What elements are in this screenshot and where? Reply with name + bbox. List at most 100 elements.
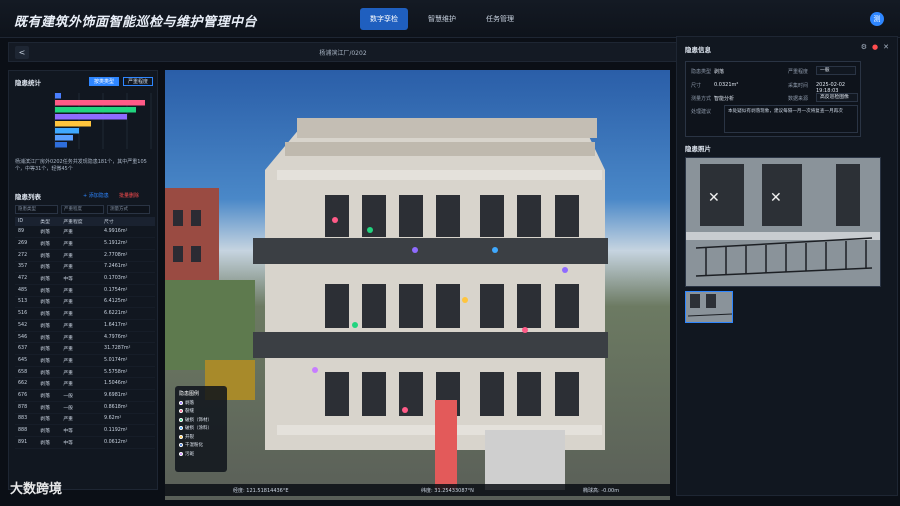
chart-bar[interactable] [55, 107, 136, 113]
table-cell: 89 [15, 226, 38, 239]
filter-row: 隐患类型 严重程度 测量方式 [15, 205, 150, 214]
value-type: 剥落 [714, 69, 725, 75]
toggle-by-severity[interactable]: 严重程度 [123, 77, 154, 86]
longitude-readout: 经度: 121.51814436°E [233, 488, 289, 494]
legend-item: 开裂 [179, 434, 223, 440]
legend-label: 开裂 [185, 434, 194, 440]
table-row[interactable]: 676 剥落 一般 9.6981m² [15, 389, 155, 402]
filter-severity-select[interactable]: 严重程度 [61, 205, 104, 214]
table-cell: 878 [15, 401, 38, 414]
value-size: 0.0321m² [714, 82, 739, 88]
legend-label: 破损（饰材） [185, 417, 212, 423]
coordinate-status-bar: 经度: 121.51814436°E 纬度: 31.25433087°N 椭球高… [165, 484, 670, 496]
delete-icon[interactable]: ● [872, 43, 878, 51]
table-row[interactable]: 542 剥落 严重 1.6417m² [15, 319, 155, 332]
chart-bar[interactable] [55, 100, 145, 106]
table-row[interactable]: 888 剥落 中等 0.1192m² [15, 424, 155, 437]
table-row[interactable]: 89 剥落 严重 4.9916m² [15, 226, 155, 239]
table-cell: 637 [15, 342, 38, 356]
table-cell: 严重 [60, 261, 102, 274]
legend-item: 剥落 [179, 400, 223, 406]
table-row[interactable]: 485 剥落 严重 0.1754m² [15, 284, 155, 297]
legend-swatch [179, 426, 183, 430]
legend-swatch [179, 400, 183, 405]
settings-icon[interactable]: ⚙ [861, 43, 867, 51]
table-row[interactable]: 658 剥落 严重 5.5758m² [15, 366, 155, 379]
chart-bar[interactable] [55, 114, 127, 120]
label-severity: 严重程度 [788, 69, 809, 75]
table-cell: 883 [15, 413, 38, 426]
table-cell: 剥落 [37, 331, 61, 344]
batch-delete-button[interactable]: 批量删除 [119, 192, 139, 199]
table-cell: 剥落 [37, 389, 61, 402]
table-cell: 剥落 [37, 261, 61, 274]
table-row[interactable]: 513 剥落 严重 6.4125m² [15, 296, 155, 309]
avatar[interactable]: 测 [870, 12, 884, 26]
add-issue-button[interactable]: + 添加隐患 [83, 192, 109, 199]
table-cell: 严重 [60, 331, 102, 344]
table-row[interactable]: 637 剥落 严重 31.7287m² [15, 342, 155, 356]
table-cell: 严重 [60, 296, 102, 309]
table-cell: 645 [15, 354, 38, 367]
table-row[interactable]: 546 剥落 严重 4.7976m² [15, 331, 155, 344]
table-row[interactable]: 662 剥落 严重 1.5046m² [15, 377, 155, 391]
table-cell: 严重 [60, 342, 102, 356]
table-row[interactable]: 645 剥落 严重 5.0174m² [15, 354, 155, 367]
table-row[interactable]: 516 剥落 严重 6.6221m² [15, 307, 155, 320]
table-row[interactable]: 272 剥落 严重 2.7708m² [15, 249, 155, 262]
detail-actions: ⚙ ● ✕ [861, 43, 889, 51]
latitude-readout: 纬度: 31.25433087°N [421, 488, 474, 494]
severity-select[interactable]: 一般 [816, 66, 856, 75]
table-row[interactable]: 891 剥落 中等 0.0612m² [15, 436, 155, 449]
table-cell: 516 [15, 307, 38, 320]
filter-type-select[interactable]: 隐患类型 [15, 205, 58, 214]
3d-scene-viewport[interactable] [165, 70, 670, 500]
table-cell: 658 [15, 366, 38, 379]
chart-bar[interactable] [55, 121, 91, 127]
legend-swatch [179, 443, 183, 447]
close-icon[interactable]: ✕ [883, 43, 889, 51]
stats-title: 隐患统计 [15, 79, 41, 87]
table-cell: 严重 [60, 354, 102, 367]
legend-label: 剥落 [185, 400, 194, 406]
table-row[interactable]: 357 剥落 严重 7.2461m² [15, 261, 155, 274]
table-cell: 662 [15, 377, 38, 391]
chart-bar[interactable] [55, 142, 67, 148]
table-cell: 剥落 [37, 354, 61, 367]
toggle-by-type[interactable]: 按类类型 [89, 77, 120, 86]
table-row[interactable]: 883 剥落 严重 9.62m² [15, 413, 155, 426]
table-row[interactable]: 472 剥落 中等 0.1703m² [15, 272, 155, 285]
advice-textarea[interactable]: 本处疑似有剥落现象，建议每隔一月一次将复查一月再次 [724, 105, 858, 133]
legend-title: 隐患图例 [179, 391, 200, 397]
issue-photo[interactable]: ✕ ✕ [685, 157, 881, 287]
back-button[interactable]: < [15, 46, 29, 59]
chart-bar[interactable] [55, 93, 61, 99]
filter-method-select[interactable]: 测量方式 [107, 205, 150, 214]
table-row[interactable]: 269 剥落 严重 5.1912m² [15, 237, 155, 250]
table-cell: 中等 [60, 436, 102, 449]
tab-smart-maintenance[interactable]: 智慧维护 [418, 8, 466, 30]
table-row[interactable]: 878 剥落 一般 0.8618m² [15, 401, 155, 414]
table-cell: 485 [15, 284, 38, 297]
label-size: 尺寸 [691, 83, 702, 89]
tab-task-management[interactable]: 任务管理 [476, 8, 524, 30]
tab-digital-inspection[interactable]: 数字孪检 [360, 8, 408, 30]
table-cell: 剥落 [37, 401, 61, 414]
source-select[interactable]: 高反巡检图像 [816, 93, 858, 102]
table-cell: 357 [15, 261, 38, 274]
legend-item: 污斑 [179, 451, 223, 457]
photo-thumbnail[interactable] [685, 291, 733, 323]
main-nav: 数字孪检 智慧维护 任务管理 [360, 8, 524, 30]
table-cell: 891 [15, 436, 38, 449]
app-title: 既有建筑外饰面智能巡检与维护管理中台 [14, 15, 258, 30]
chart-bar[interactable] [55, 135, 73, 141]
list-title: 隐患列表 [15, 193, 41, 201]
value-method: 智能分析 [714, 96, 735, 102]
detail-form: 隐患类型 剥落 严重程度 一般 尺寸 0.0321m² 采集时间 2025-02… [685, 61, 861, 137]
table-cell: 严重 [60, 366, 102, 379]
table-cell: 剥落 [37, 413, 61, 426]
chart-bar[interactable] [55, 128, 79, 134]
col-id: ID [15, 217, 38, 226]
table-cell: 剥落 [37, 377, 61, 391]
table-cell: 472 [15, 272, 38, 285]
